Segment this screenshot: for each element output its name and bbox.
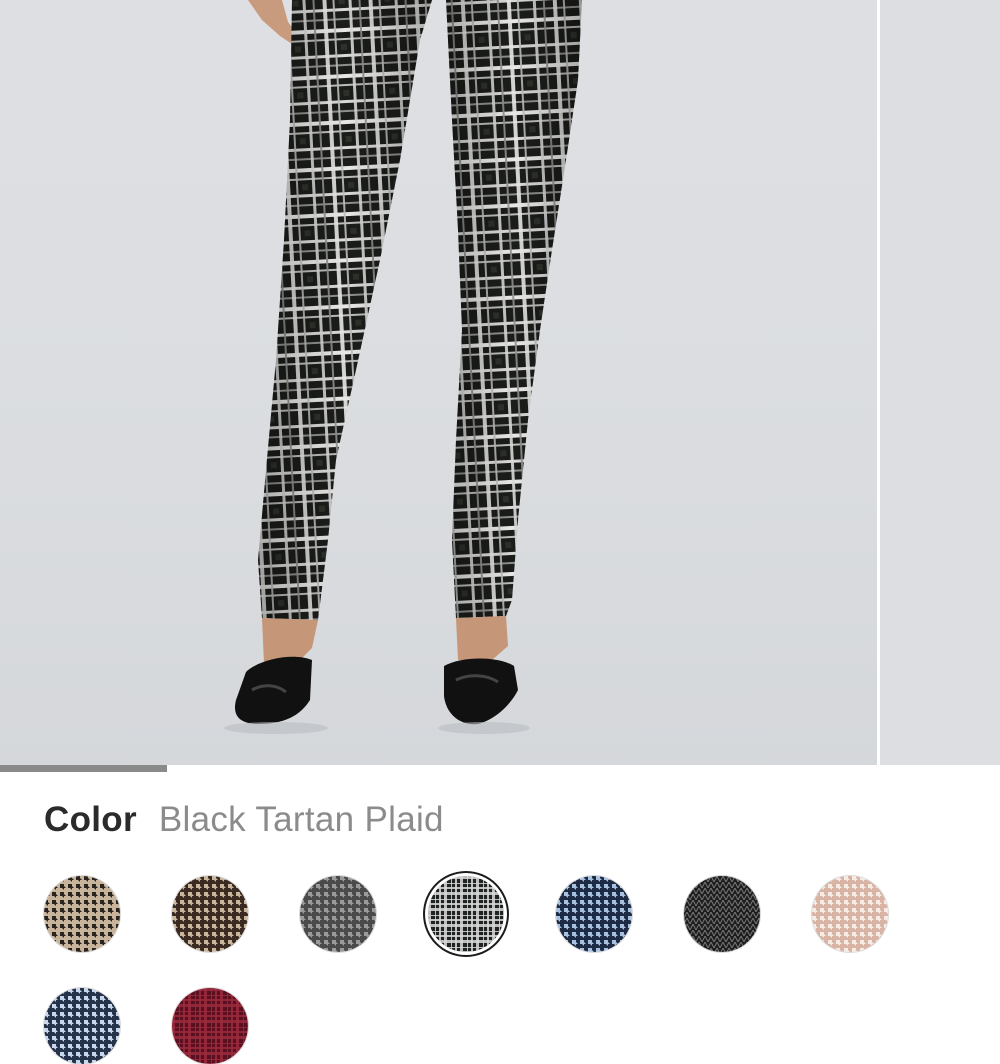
color-swatch-blue-houndstooth[interactable]: [556, 876, 632, 952]
color-swatch-tan-houndstooth[interactable]: [44, 876, 120, 952]
color-swatch-black-tartan-plaid[interactable]: [428, 876, 504, 952]
swatch-fabric-pattern: [172, 876, 248, 952]
color-swatch-black-herringbone[interactable]: [684, 876, 760, 952]
selected-color-name: Black Tartan Plaid: [158, 800, 444, 839]
gallery-scroll-indicator: [0, 765, 1000, 772]
swatch-fabric-pattern: [172, 988, 248, 1064]
swatch-fabric-pattern: [684, 876, 760, 952]
product-photo: [0, 0, 877, 765]
color-selection-header: Color Black Tartan Plaid: [44, 800, 444, 848]
color-swatch-burgundy-check[interactable]: [172, 988, 248, 1064]
swatch-fabric-pattern: [300, 876, 376, 952]
swatch-fabric-pattern: [44, 876, 120, 952]
color-swatch-brown-houndstooth[interactable]: [172, 876, 248, 952]
color-swatch-navy-houndstooth[interactable]: [44, 988, 120, 1064]
swatch-fabric-pattern: [556, 876, 632, 952]
product-image-gallery[interactable]: [0, 0, 1000, 765]
product-image[interactable]: [0, 0, 877, 765]
gallery-scroll-thumb: [0, 765, 167, 772]
swatch-fabric-pattern: [812, 876, 888, 952]
color-label: Color: [44, 800, 137, 839]
swatch-fabric-pattern: [428, 876, 504, 952]
next-product-image[interactable]: [880, 0, 1000, 765]
swatch-fabric-pattern: [44, 988, 120, 1064]
color-swatch-blush-houndstooth[interactable]: [812, 876, 888, 952]
color-swatch-grey-houndstooth[interactable]: [300, 876, 376, 952]
